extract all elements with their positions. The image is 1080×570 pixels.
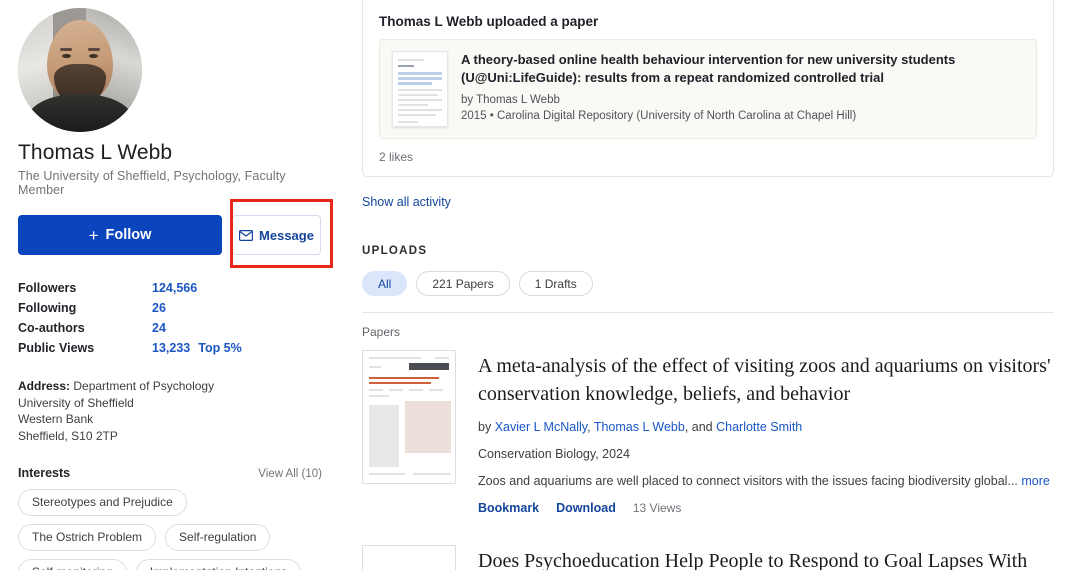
paper-title[interactable]: Does Psychoeducation Help People to Resp…	[478, 547, 1054, 570]
uploads-tab-list: All 221 Papers 1 Drafts	[362, 271, 1054, 296]
avatar-eye-left	[62, 54, 71, 58]
paper-list-item: A meta-analysis of the effect of visitin…	[362, 350, 1054, 515]
paper-abstract: Zoos and aquariums are well placed to co…	[478, 474, 1054, 488]
interest-chip[interactable]: Stereotypes and Prejudice	[18, 489, 187, 516]
stat-label: Co-authors	[18, 321, 85, 335]
paper-action-row: Bookmark Download 13 Views	[478, 501, 1054, 515]
author-link[interactable]: Charlotte Smith	[716, 420, 802, 434]
interests-view-all-link[interactable]: View All (10)	[258, 468, 322, 480]
author-link[interactable]: Thomas L Webb	[594, 420, 685, 434]
activity-likes-count: 2 likes	[379, 150, 414, 164]
paper-thumbnail[interactable]	[362, 545, 456, 570]
message-button-label: Message	[259, 227, 314, 243]
tab-drafts[interactable]: 1 Drafts	[518, 271, 593, 296]
bookmark-button[interactable]: Bookmark	[478, 501, 539, 515]
avatar-eye-right	[89, 54, 98, 58]
paper-authors: by Xavier L McNally, Thomas L Webb, and …	[478, 420, 1054, 434]
activity-paper-author: by Thomas L Webb	[461, 94, 560, 106]
author-sep: , and	[684, 420, 717, 434]
paper-title[interactable]: A meta-analysis of the effect of visitin…	[478, 352, 1054, 408]
page-title: Thomas L Webb	[18, 141, 173, 164]
paper-more-link[interactable]: more	[1021, 474, 1049, 488]
message-button[interactable]: Message	[232, 215, 321, 255]
paper-details: A meta-analysis of the effect of visitin…	[478, 350, 1054, 515]
stat-label: Following	[18, 301, 77, 315]
tab-all[interactable]: All	[362, 271, 408, 296]
paper-abstract-text: Zoos and aquariums are well placed to co…	[478, 474, 1018, 488]
interest-chip[interactable]: Implementation Intentions	[135, 559, 302, 570]
stat-label: Public Views	[18, 341, 95, 355]
follow-button[interactable]: + Follow	[18, 215, 222, 255]
profile-affiliation: The University of Sheffield, Psychology,…	[18, 169, 286, 197]
papers-subsection-label: Papers	[362, 325, 401, 339]
stat-value[interactable]: 26	[152, 298, 166, 318]
activity-paper-meta: 2015 • Carolina Digital Repository (Univ…	[461, 110, 857, 122]
plus-icon: +	[88, 225, 99, 245]
activity-card: Thomas L Webb uploaded a paper A theory-…	[362, 0, 1054, 177]
main-content: Thomas L Webb uploaded a paper A theory-…	[340, 0, 1080, 570]
stat-row-coauthors: Co-authors 24	[18, 318, 322, 338]
stat-row-following: Following 26	[18, 298, 322, 318]
stat-label: Followers	[18, 281, 77, 295]
show-all-activity-link[interactable]: Show all activity	[362, 195, 1054, 209]
stat-value[interactable]: 13,233	[152, 338, 190, 358]
profile-actions: + Follow Message	[18, 215, 322, 255]
activity-paper-body: A theory-based online health behaviour i…	[461, 51, 1024, 127]
avatar[interactable]	[18, 8, 142, 132]
by-prefix: by	[478, 420, 495, 434]
download-button[interactable]: Download	[556, 501, 616, 515]
paper-details: Does Psychoeducation Help People to Resp…	[478, 545, 1054, 570]
avatar-brow-right	[88, 48, 100, 51]
profile-address: Address: Department of Psychology Univer…	[18, 378, 322, 444]
interests-header: Interests View All (10)	[18, 466, 322, 480]
paper-journal: Conservation Biology, 2024	[478, 447, 630, 461]
stat-value[interactable]: 124,566	[152, 278, 197, 298]
uploads-section-label: UPLOADS	[362, 245, 428, 257]
activity-paper-preview[interactable]: A theory-based online health behaviour i…	[379, 39, 1037, 139]
profile-sidebar: Thomas L Webb The University of Sheffiel…	[0, 0, 340, 570]
address-line-2: University of Sheffield	[18, 395, 134, 410]
follow-button-label: Follow	[105, 227, 152, 243]
address-line-3: Western Bank	[18, 412, 94, 426]
profile-page: Thomas L Webb The University of Sheffiel…	[0, 0, 1080, 570]
paper-list-item: Does Psychoeducation Help People to Resp…	[362, 545, 1054, 570]
envelope-icon	[239, 229, 254, 241]
interest-chip[interactable]: The Ostrich Problem	[18, 524, 157, 551]
interest-chip[interactable]: Self-monitoring	[18, 559, 127, 570]
stat-row-followers: Followers 124,566	[18, 278, 322, 298]
author-link[interactable]: Xavier L McNally	[495, 420, 587, 434]
author-sep: ,	[587, 420, 594, 434]
stat-value[interactable]: 24	[152, 318, 166, 338]
address-line-4: Sheffield, S10 2TP	[18, 428, 118, 443]
interest-chip[interactable]: Self-regulation	[165, 524, 271, 551]
section-divider	[362, 312, 1054, 313]
address-label: Address:	[18, 379, 71, 393]
avatar-brow-left	[60, 48, 72, 51]
paper-views-count: 13 Views	[632, 501, 682, 515]
address-line-1: Department of Psychology	[73, 379, 215, 393]
tab-papers[interactable]: 221 Papers	[416, 271, 510, 296]
activity-headline: Thomas L Webb uploaded a paper	[379, 14, 599, 29]
stat-badge-top-percent: Top 5%	[198, 341, 242, 355]
avatar-container	[18, 0, 322, 132]
stat-row-public-views: Public Views 13,233 Top 5%	[18, 338, 322, 358]
paper-thumbnail-icon	[392, 51, 448, 127]
profile-stats: Followers 124,566 Following 26 Co-author…	[18, 278, 322, 358]
interests-chip-list: Stereotypes and Prejudice The Ostrich Pr…	[18, 489, 322, 570]
interests-title: Interests	[18, 466, 71, 480]
paper-thumbnail[interactable]	[362, 350, 456, 484]
activity-paper-title[interactable]: A theory-based online health behaviour i…	[461, 51, 1024, 87]
